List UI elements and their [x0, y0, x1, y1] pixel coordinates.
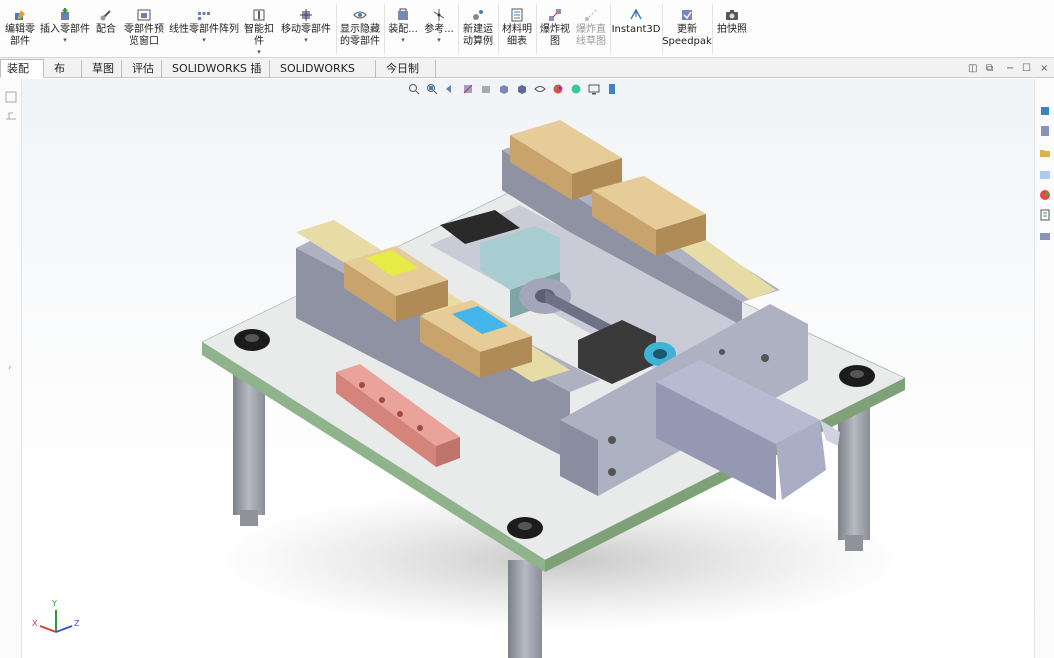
graphics-area[interactable]: Y X Z: [22, 79, 1034, 658]
triad-x-label: X: [32, 619, 38, 628]
task-pane-tabs: [1034, 79, 1054, 658]
section-view-icon[interactable]: [462, 83, 474, 95]
dropdown-arrow-icon[interactable]: ▾: [257, 48, 261, 56]
close-icon[interactable]: ×: [1040, 63, 1048, 74]
view-settings-icon[interactable]: [588, 83, 600, 95]
edit-component-button[interactable]: 编辑零 部件: [2, 2, 38, 56]
dropdown-arrow-icon[interactable]: ▾: [63, 36, 67, 44]
mate-button[interactable]: 配合: [92, 2, 120, 56]
command-manager-tabs: 装配体 布局 草图 评估 SOLIDWORKS 插件 SOLIDWORKS MB…: [0, 58, 1054, 92]
heads-up-view-toolbar: [408, 81, 618, 97]
smart-fastener-button[interactable]: 智能扣 件 ▾: [242, 2, 276, 56]
component-preview-icon: [137, 9, 151, 21]
dropdown-arrow-icon[interactable]: ▾: [202, 36, 206, 44]
speedpak-icon: [682, 10, 692, 20]
view-triad[interactable]: Y X Z: [32, 599, 80, 633]
insert-component-icon: [61, 8, 69, 20]
linear-pattern-icon: [198, 12, 210, 20]
ribbon-divider: [712, 4, 713, 54]
front-leg: [508, 572, 542, 658]
maximize-icon[interactable]: ☐: [1022, 63, 1031, 74]
feature-tree-icon[interactable]: [5, 91, 17, 103]
reference-geometry-icon: [433, 9, 445, 21]
feature-manager-collapsed-panel: ›: [0, 79, 22, 658]
restore-icon[interactable]: ⧉: [986, 63, 993, 74]
bom-icon: [511, 8, 523, 22]
minimize-icon[interactable]: −: [1006, 63, 1014, 74]
bill-of-materials-button[interactable]: 材料明 细表: [500, 2, 534, 56]
explode-line-sketch-button[interactable]: 爆炸直 线草图: [574, 2, 608, 56]
dropdown-arrow-icon[interactable]: ▾: [437, 36, 441, 44]
forum-icon[interactable]: [1039, 231, 1051, 243]
move-component-button[interactable]: 移动零部件 ▾: [278, 2, 334, 56]
panel-expand-icon[interactable]: ›: [8, 363, 12, 373]
tab-solidworks-addins[interactable]: SOLIDWORKS 插件: [166, 60, 270, 92]
assembly-model-view[interactable]: Y X Z: [22, 79, 1034, 658]
triad-y-label: Y: [51, 599, 57, 608]
apply-scene-icon[interactable]: [570, 83, 582, 95]
ribbon-divider: [536, 4, 537, 54]
dropdown-arrow-icon[interactable]: ▾: [401, 36, 405, 44]
instant3d-button[interactable]: Instant3D: [612, 2, 660, 56]
tab-assembly[interactable]: 装配体: [0, 59, 44, 92]
insert-component-button[interactable]: 插入零部件 ▾: [40, 2, 90, 56]
command-manager-ribbon: 编辑零 部件 插入零部件 ▾ 配合 零部件预 览窗口 线性零部件阵列 ▾ 智能扣…: [0, 0, 1054, 58]
tab-today-manufacturing[interactable]: 今日制造: [380, 60, 436, 92]
tile-icon[interactable]: ◫: [968, 63, 977, 74]
solidworks-resources-icon[interactable]: [1039, 105, 1051, 117]
zoom-to-fit-icon[interactable]: [408, 83, 420, 95]
exploded-view-button[interactable]: 爆炸视 图: [538, 2, 572, 56]
dropdown-arrow-icon[interactable]: ▾: [304, 36, 308, 44]
view-orientation-icon[interactable]: [498, 83, 510, 95]
component-preview-button[interactable]: 零部件预 览窗口: [122, 2, 166, 56]
tab-solidworks-mbd[interactable]: SOLIDWORKS MBD: [274, 60, 376, 92]
assembly-features-button[interactable]: 装配... ▾: [386, 2, 420, 56]
tab-evaluate[interactable]: 评估: [126, 60, 162, 78]
realview-icon[interactable]: [606, 83, 618, 95]
ribbon-divider: [384, 4, 385, 54]
property-manager-icon[interactable]: [5, 109, 17, 121]
edit-appearance-icon[interactable]: [552, 83, 564, 95]
smart-fastener-icon: [253, 9, 265, 21]
tab-sketch[interactable]: 草图: [86, 60, 122, 78]
display-style-icon[interactable]: [516, 83, 528, 95]
new-motion-study-button[interactable]: 新建运 动算例: [460, 2, 496, 56]
motion-study-icon: [473, 10, 483, 20]
appearances-icon[interactable]: [1039, 189, 1051, 201]
tab-layout[interactable]: 布局: [48, 60, 82, 92]
assembly-feature-icon: [398, 8, 408, 20]
design-library-icon[interactable]: [1039, 125, 1051, 137]
dynamic-annotation-icon[interactable]: [480, 83, 492, 95]
edit-component-icon: [15, 10, 25, 20]
ribbon-divider: [458, 4, 459, 54]
update-speedpak-button[interactable]: 更新 Speedpak: [662, 2, 712, 56]
exploded-view-icon: [549, 9, 561, 21]
show-hidden-components-button[interactable]: 显示隐藏 的零部件: [338, 2, 382, 56]
mate-icon: [100, 10, 111, 21]
zoom-to-area-icon[interactable]: [426, 83, 438, 95]
reference-geometry-button[interactable]: 参考... ▾: [422, 2, 456, 56]
take-snapshot-button[interactable]: 拍快照: [714, 2, 750, 56]
previous-view-icon[interactable]: [444, 83, 456, 95]
file-explorer-icon[interactable]: [1039, 147, 1051, 159]
ribbon-divider: [498, 4, 499, 54]
linear-pattern-button[interactable]: 线性零部件阵列 ▾: [168, 2, 240, 56]
triad-z-label: Z: [74, 619, 80, 628]
view-palette-icon[interactable]: [1039, 169, 1051, 181]
show-hidden-icon: [353, 11, 367, 19]
custom-properties-icon[interactable]: [1039, 209, 1051, 221]
move-component-icon: [300, 9, 312, 21]
ribbon-divider: [336, 4, 337, 54]
explode-line-icon: [585, 9, 597, 21]
instant3d-icon: [630, 8, 642, 20]
camera-icon: [726, 10, 738, 20]
hide-show-items-icon[interactable]: [534, 83, 546, 95]
